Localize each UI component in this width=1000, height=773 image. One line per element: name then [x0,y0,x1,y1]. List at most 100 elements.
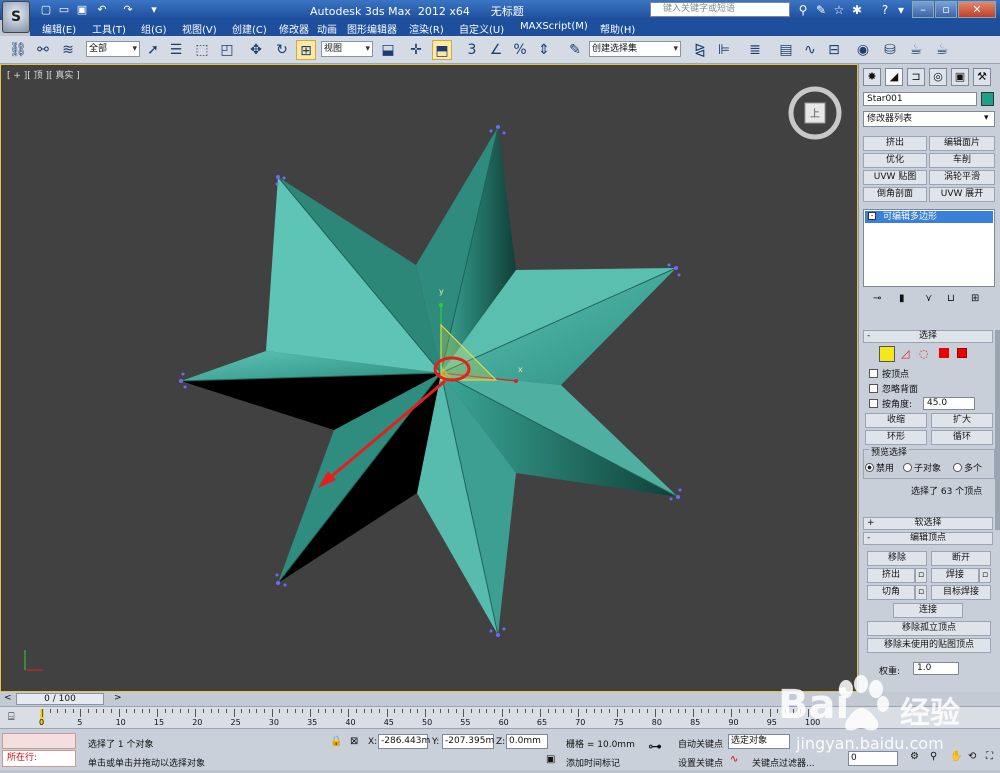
modifier-lathe-button[interactable]: 车削 [929,153,995,168]
unlink-icon[interactable]: ⚯ [33,40,53,60]
align-icon[interactable]: ⊫ [714,40,734,60]
pivot-center-icon[interactable]: ⬓ [378,40,398,60]
window-crossing-icon[interactable]: ◰ [217,40,237,60]
render-setup-icon[interactable]: ⛁ [880,40,900,60]
reference-coordinate-select[interactable]: 视图 [321,41,373,57]
preview-disabled-radio[interactable]: 禁用 [865,461,894,474]
maximize-button[interactable]: ▫ [935,1,957,18]
extrude-button[interactable]: 挤出 [867,568,915,583]
display-tab-icon[interactable]: ▣ [951,68,969,86]
modifier-optimize-button[interactable]: 优化 [863,153,927,168]
modifier-turbosmooth-button[interactable]: 涡轮平滑 [929,170,995,185]
key-icon[interactable]: ⊶ [648,739,662,755]
rectangle-selection-icon[interactable]: ⬚ [192,40,212,60]
panel-scrollbar[interactable] [995,330,1000,530]
menu-graph-editors[interactable]: 图形编辑器 [347,21,397,36]
keyboard-shortcut-icon[interactable]: ⬒ [432,40,452,60]
selection-filter-select[interactable]: 全部 [86,41,140,57]
expand-icon[interactable]: - [868,212,876,220]
remove-modifier-icon[interactable]: ⊔ [947,293,955,304]
percent-snap-icon[interactable]: % [510,40,530,60]
selection-rollout-header[interactable]: - 选择 [863,330,993,343]
border-mode-icon[interactable]: ◌ [919,347,929,360]
menu-customize[interactable]: 自定义(U) [459,21,504,36]
quick-access-menu-icon[interactable]: ▾ [146,2,162,17]
close-button[interactable]: ✕ [958,1,996,18]
maxscript-listener-top[interactable] [2,733,76,749]
named-selection-select[interactable]: 创建选择集 [589,41,681,57]
app-menu-button[interactable]: S [2,1,30,33]
help-search-input[interactable]: 键入关键字或短语 [650,2,790,17]
menu-group[interactable]: 组(G) [141,21,167,36]
set-key-button[interactable]: 设置关键点 [678,756,723,769]
render-frame-icon[interactable]: ☕ [906,40,926,60]
remove-button[interactable]: 移除 [867,551,927,566]
angle-field[interactable]: 45.0 [923,397,975,410]
bind-space-warp-icon[interactable]: ≋ [58,40,78,60]
star-object[interactable] [179,125,682,637]
weld-settings-icon[interactable]: ▫ [979,568,991,583]
time-next-icon[interactable]: > [114,693,122,703]
curve-editor-icon[interactable]: ∿ [800,40,820,60]
menu-animation[interactable]: 动画 [317,21,337,36]
element-mode-icon[interactable] [957,348,967,358]
polygon-mode-icon[interactable] [939,348,949,358]
chamfer-button[interactable]: 切角 [867,585,915,600]
modifier-extrude-button[interactable]: 挤出 [863,136,927,151]
target-weld-button[interactable]: 目标焊接 [931,585,991,600]
show-end-result-icon[interactable]: ▮ [899,293,905,304]
rotate-icon[interactable]: ↻ [272,40,292,60]
time-slider-thumb[interactable]: 0 / 100 [16,693,104,705]
weld-button[interactable]: 焊接 [931,568,979,583]
grow-button[interactable]: 扩大 [931,413,993,428]
modifier-bevel-profile-button[interactable]: 倒角剖面 [863,187,927,202]
redo-icon[interactable]: ↷ [120,2,136,17]
render-icon[interactable]: ☕ [932,40,952,60]
new-file-icon[interactable]: ▢ [38,2,54,17]
object-color-swatch[interactable] [981,92,994,106]
menu-maxscript[interactable]: MAXScript(M) [520,21,588,32]
scale-icon[interactable]: ⊞ [296,40,316,60]
pin-stack-icon[interactable]: ⊸ [873,293,881,304]
ignore-backfacing-checkbox[interactable]: 忽略背面 [869,382,918,395]
material-editor-icon[interactable]: ◉ [853,40,873,60]
make-unique-icon[interactable]: ⋎ [925,293,932,304]
ring-button[interactable]: 环形 [865,430,927,445]
undo-icon[interactable]: ↶ [94,2,110,17]
z-coord-field[interactable]: 0.0mm [506,734,548,749]
shrink-button[interactable]: 收缩 [865,413,927,428]
maxscript-listener[interactable]: 所在行: [2,750,76,767]
modifier-unwrap-uvw-button[interactable]: UVW 展开 [929,187,995,202]
y-coord-field[interactable]: -207.395m [442,734,494,749]
remove-isolated-button[interactable]: 移除孤立顶点 [867,621,991,636]
create-tab-icon[interactable]: ✸ [863,68,881,86]
layer-manager-icon[interactable]: ≣ [745,40,765,60]
graphite-ribbon-icon[interactable]: ▤ [776,40,796,60]
tools-icon[interactable]: ✎ [812,2,830,18]
edge-mode-icon[interactable]: ◿ [901,347,909,360]
mirror-icon[interactable]: ⧎ [690,40,710,60]
break-button[interactable]: 断开 [931,551,991,566]
connect-button[interactable]: 连接 [893,603,963,618]
object-name-field[interactable]: Star001 [863,92,977,106]
communication-icon[interactable]: ✱ [848,2,866,18]
modifier-list-select[interactable]: 修改器列表 [863,111,995,127]
menu-tools[interactable]: 工具(T) [92,21,126,36]
time-prev-icon[interactable]: < [4,693,12,703]
move-icon[interactable]: ✥ [246,40,266,60]
modify-tab-icon[interactable]: ◢ [885,68,903,86]
select-manipulate-icon[interactable]: ✛ [406,40,426,60]
modifier-edit-patch-button[interactable]: 编辑面片 [929,136,995,151]
extrude-settings-icon[interactable]: ▫ [915,568,927,583]
spinner-snap-icon[interactable]: ⇕ [534,40,554,60]
help-dropdown-icon[interactable]: ▾ [892,2,910,18]
preview-multi-radio[interactable]: 多个 [953,461,982,474]
favorites-icon[interactable]: ☆ [830,2,848,18]
select-object-icon[interactable]: ➚ [143,40,163,60]
select-by-name-icon[interactable]: ☰ [166,40,186,60]
binoculars-icon[interactable]: ⚲ [794,2,812,18]
viewcube[interactable]: 上 [787,85,843,141]
stack-item-editable-poly[interactable]: 可编辑多边形 [865,211,993,223]
menu-help[interactable]: 帮助(H) [600,21,635,36]
edit-vertices-rollout-header[interactable]: - 编辑顶点 [863,532,993,545]
